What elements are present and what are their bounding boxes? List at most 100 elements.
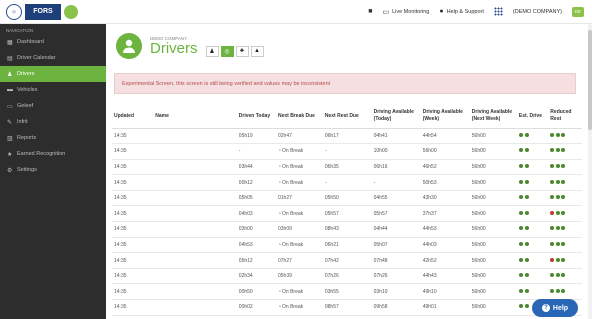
status-dot-green	[518, 273, 523, 278]
cell-name[interactable]	[153, 205, 237, 223]
cell-rest: 07h26	[322, 268, 372, 285]
filter-wheel-icon[interactable]: ◎	[220, 45, 234, 57]
cell-name[interactable]	[153, 252, 237, 269]
sidebar-item-vehicles[interactable]: ▬ Vehicles	[0, 82, 106, 98]
cell-name[interactable]	[153, 268, 237, 285]
table-row[interactable]: 14:35 00h02 ◔On Break 08h57 09h58 49h01 56h00	[112, 299, 582, 316]
status-dot-green	[550, 273, 555, 278]
sidebar-item-infrit[interactable]: ✎ Infrit	[0, 114, 106, 130]
filter-driver-icon[interactable]: ♟	[205, 45, 219, 57]
cell-today: 04h41	[371, 128, 421, 145]
column-header[interactable]: Driving Available (Today)	[371, 104, 421, 129]
org-logo[interactable]: ◎	[6, 3, 22, 20]
cell-name[interactable]	[153, 283, 237, 301]
sidebar-item-dashboard[interactable]: ▦ Dashboard	[0, 34, 106, 50]
cell-reduced	[548, 205, 582, 223]
cell-today: 05h07	[371, 237, 421, 254]
cell-est	[516, 174, 549, 191]
square-icon[interactable]: ■	[368, 8, 372, 15]
help-button[interactable]: ? Help	[532, 299, 578, 317]
cell-name[interactable]	[153, 299, 237, 316]
status-dot-green	[524, 288, 529, 293]
sidebar-item-geleef[interactable]: ▭ Geleef	[0, 98, 106, 114]
table-row[interactable]: 14:35 03h00 03h09 08h43 04h44 44h53 56h00	[112, 221, 582, 238]
sidebar-item-label: Drivers	[17, 71, 35, 77]
scrollbar[interactable]	[588, 24, 592, 319]
apps-grid-icon[interactable]	[493, 7, 503, 16]
cell-next: 56h00	[469, 190, 517, 207]
table-row[interactable]: 14:35 05h05 01h27 05h50 04h55 43h30 56h00	[112, 190, 582, 207]
status-dot-red	[550, 257, 555, 262]
cell-name[interactable]	[153, 159, 237, 176]
status-dot-green	[518, 241, 523, 246]
cell-today: 07h48	[371, 252, 421, 269]
table-row[interactable]: 14:35 03h44 ◔On Break 06h35 06h16 46h52 56h00	[112, 159, 582, 176]
column-header[interactable]: Est. Drive	[516, 104, 549, 129]
column-header[interactable]: Updated	[112, 104, 154, 129]
cell-break: ◔On Break	[276, 205, 323, 223]
chart-icon: ▥	[7, 135, 13, 142]
table-row[interactable]: 14:35 04h03 ◔On Break 05h57 05h57 37h37 56h00	[112, 205, 582, 223]
table-row[interactable]: 14:35 02h34 05h39 07h26 07h26 44h43 56h00	[112, 268, 582, 285]
sidebar-item-reports[interactable]: ▥ Reports	[0, 130, 106, 146]
cell-name[interactable]	[153, 174, 237, 191]
status-dot-green	[555, 148, 560, 153]
status-dot-green	[555, 195, 560, 200]
filter-lock-icon[interactable]: ▲	[250, 45, 264, 57]
sidebar-item-settings[interactable]: ⚙ Settings	[0, 162, 106, 178]
column-header[interactable]: Next Rest Due	[322, 104, 372, 129]
column-header[interactable]: Name	[153, 104, 237, 129]
sidebar-item-driver-calendar[interactable]: ▤ Driver Calendar	[0, 50, 106, 66]
cell-est	[516, 205, 549, 223]
table-row[interactable]: 14:35 04h53 ◔On Break 06h21 05h07 44h03 56h00	[112, 237, 582, 254]
user-badge[interactable]: DE	[572, 6, 584, 17]
cell-week: 44h43	[420, 268, 470, 285]
column-header[interactable]: Driving Available (Week)	[420, 104, 470, 129]
filter-group-icon[interactable]: ♣	[235, 45, 249, 57]
column-header[interactable]: Next Break Due	[276, 104, 323, 129]
cell-reduced	[548, 221, 582, 238]
column-header[interactable]: Reduced Rest	[548, 104, 582, 129]
help-support-link[interactable]: ● Help & Support	[439, 8, 484, 15]
cell-name[interactable]	[153, 237, 237, 254]
cell-updated: 14:35	[112, 159, 154, 176]
on-break-label: On Break	[282, 288, 304, 295]
dashboard-icon: ▦	[7, 39, 13, 46]
cell-est	[516, 252, 549, 269]
table-row[interactable]: 14:35- ◔On Break -10h00 56h00 56h00	[112, 143, 582, 160]
cell-driven: 05h05	[236, 190, 276, 207]
table-row[interactable]: 14:35 00h12 ◔On Break - -50h53 56h00	[112, 174, 582, 191]
status-dot-green	[561, 179, 566, 184]
status-dot-green	[524, 304, 529, 309]
table-row[interactable]: 14:35 00h50 ◔On Break 03h55 03h10 49h10 56h00	[112, 283, 582, 301]
cell-name[interactable]	[153, 221, 237, 238]
cell-break: ◔On Break	[276, 237, 323, 254]
sidebar-item-label: Settings	[17, 167, 37, 173]
cell-name[interactable]	[153, 143, 237, 160]
cell-next: 56h00	[469, 174, 517, 191]
live-monitoring-link[interactable]: ▭ Live Monitoring	[382, 8, 429, 16]
clock-icon: ◔	[278, 241, 282, 248]
scrollbar-thumb[interactable]	[588, 30, 592, 130]
cell-updated: 14:35	[112, 252, 154, 269]
cell-driven: 05h12	[236, 252, 276, 269]
sidebar-item-drivers[interactable]: ♟ Drivers	[0, 66, 106, 82]
cell-today: 09h58	[371, 299, 421, 316]
fors-logo[interactable]: FORS	[25, 3, 61, 20]
status-dot-green	[518, 288, 523, 293]
clock-icon: ◔	[278, 179, 282, 186]
cell-reduced	[548, 237, 582, 254]
gear-icon: ⚙	[7, 167, 13, 174]
cell-next: 56h00	[469, 205, 517, 223]
live-monitoring-label: Live Monitoring	[392, 8, 430, 15]
column-header[interactable]: Driven Today	[236, 104, 276, 129]
company-label[interactable]: (DEMO COMPANY)	[513, 9, 562, 15]
sidebar-item-earned-recognition[interactable]: ★ Earned Recognition	[0, 146, 106, 162]
cell-name[interactable]	[153, 128, 237, 145]
status-dot-green	[561, 195, 566, 200]
cell-name[interactable]	[153, 190, 237, 207]
table-row[interactable]: 14:35 05h12 07h27 07h42 07h48 42h52 56h00	[112, 252, 582, 269]
table-row[interactable]: 14:35 05h19 02h47 06h17 04h41 44h54 56h00	[112, 128, 582, 145]
cell-updated: 14:35	[112, 143, 154, 160]
column-header[interactable]: Driving Available (Next Week)	[469, 104, 517, 129]
